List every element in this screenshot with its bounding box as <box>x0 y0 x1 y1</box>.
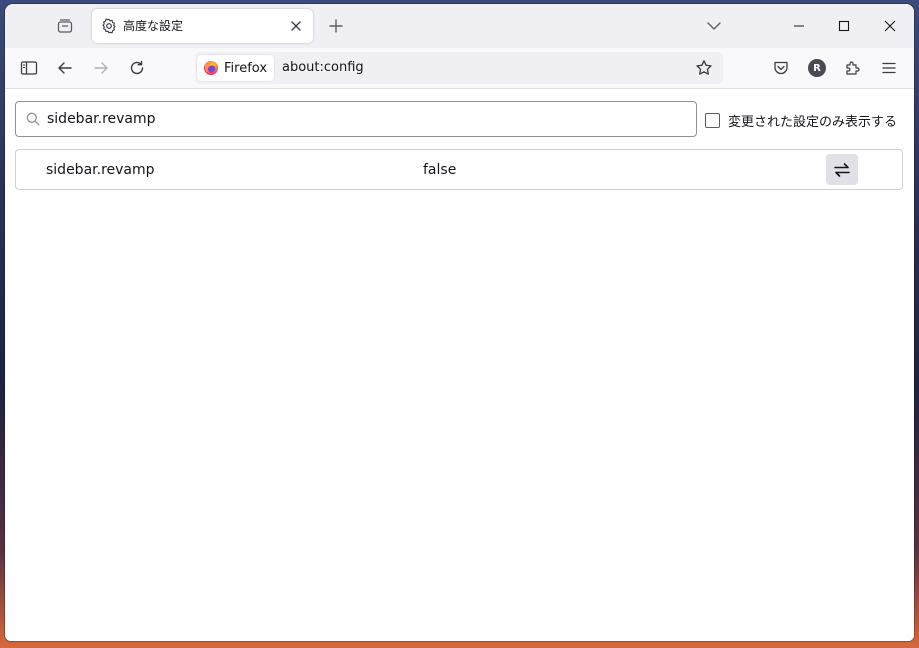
pref-value: false <box>423 162 457 178</box>
tab-title: 高度な設定 <box>123 19 184 33</box>
navigation-toolbar: Firefox about:config R <box>5 48 914 89</box>
window-close-icon[interactable] <box>880 16 900 36</box>
hamburger-menu-icon <box>882 62 896 74</box>
identity-label: Firefox <box>224 60 268 76</box>
search-icon <box>26 112 40 126</box>
arrow-right-icon <box>94 62 108 74</box>
pocket-icon <box>774 61 788 75</box>
minimize-icon[interactable] <box>789 16 809 36</box>
forward-button[interactable] <box>87 54 115 82</box>
extensions-button[interactable] <box>839 54 867 82</box>
table-row: sidebar.revamp false <box>15 149 903 190</box>
url-bar[interactable]: Firefox about:config <box>195 52 723 84</box>
toggle-button[interactable] <box>826 154 858 185</box>
back-button[interactable] <box>51 54 79 82</box>
plus-icon[interactable] <box>326 16 346 36</box>
maximize-icon[interactable] <box>834 16 854 36</box>
search-input[interactable] <box>47 109 677 129</box>
tab-groups-button[interactable] <box>53 14 77 38</box>
arrow-left-icon <box>58 62 72 74</box>
url-text[interactable]: about:config <box>282 60 364 76</box>
identity-box[interactable]: Firefox <box>197 55 275 81</box>
reload-icon <box>130 60 144 75</box>
gear-icon <box>102 18 116 34</box>
close-icon[interactable] <box>288 18 304 34</box>
pref-name: sidebar.revamp <box>46 162 155 178</box>
reload-button[interactable] <box>123 54 151 82</box>
pocket-button[interactable] <box>767 54 795 82</box>
sidebar-icon <box>20 61 38 75</box>
browser-window: 高度な設定 Firefox about:config R sidebar.rev… <box>5 4 914 641</box>
show-modified-checkbox[interactable] <box>705 113 720 128</box>
star-icon[interactable] <box>695 59 713 77</box>
toggle-arrows-icon <box>834 162 850 177</box>
sidebar-button[interactable] <box>15 54 43 82</box>
firefox-logo-icon <box>204 61 218 75</box>
chevron-down-icon[interactable] <box>704 16 724 36</box>
about-config-page: 変更された設定のみ表示する sidebar.revamp false <box>5 89 914 641</box>
folder-tab-icon <box>57 19 73 33</box>
tab-strip: 高度な設定 <box>5 4 914 48</box>
menu-button[interactable] <box>875 54 903 82</box>
show-modified-filter[interactable]: 変更された設定のみ表示する <box>705 111 897 130</box>
tab-advanced-settings[interactable]: 高度な設定 <box>92 9 313 43</box>
show-modified-label: 変更された設定のみ表示する <box>728 115 898 130</box>
account-button[interactable]: R <box>803 54 831 82</box>
puzzle-icon <box>846 61 860 75</box>
search-box[interactable] <box>15 101 697 137</box>
avatar: R <box>808 59 826 77</box>
